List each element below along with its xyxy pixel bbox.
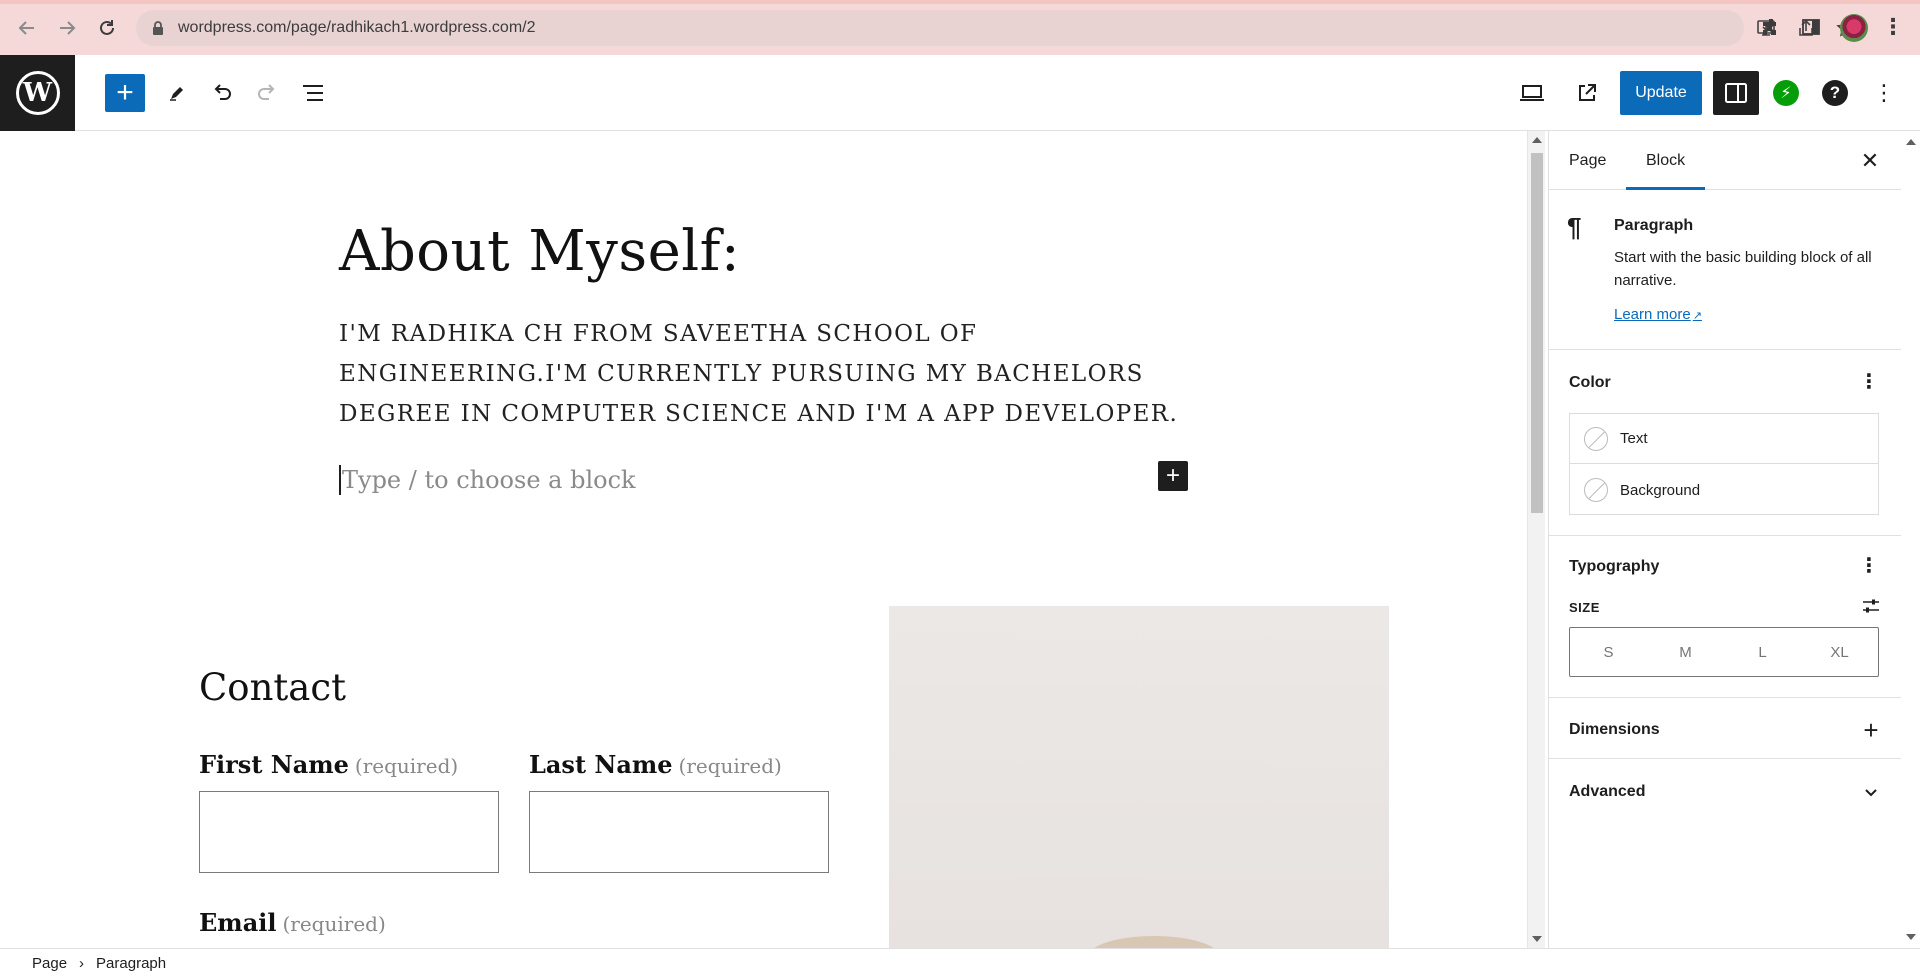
cup-image-detail	[1089, 936, 1219, 948]
font-size-picker: S M L XL	[1569, 627, 1879, 677]
document-overview-icon[interactable]	[295, 75, 331, 111]
preview-device-icon[interactable]	[1514, 75, 1550, 111]
block-inserter-button[interactable]: +	[105, 74, 145, 112]
last-name-field[interactable]	[529, 791, 829, 873]
sidebar-tabs: Page Block ✕	[1549, 131, 1901, 190]
first-name-field[interactable]	[199, 791, 499, 873]
edit-tools-icon[interactable]	[159, 75, 195, 111]
scrollbar-thumb[interactable]	[1531, 153, 1543, 513]
required-hint: (required)	[678, 754, 782, 778]
scroll-down-icon[interactable]	[1906, 934, 1916, 940]
text-color-label: Text	[1620, 430, 1648, 447]
scroll-down-icon[interactable]	[1532, 936, 1542, 942]
options-menu-icon[interactable]: ⋮	[1872, 80, 1896, 106]
tab-page[interactable]: Page	[1549, 131, 1626, 190]
add-dimension-icon[interactable]: +	[1861, 717, 1881, 743]
divider	[1549, 535, 1901, 536]
close-icon[interactable]: ✕	[1855, 146, 1885, 176]
sidebar-scrollbar[interactable]	[1901, 131, 1920, 948]
extensions-icon[interactable]	[1758, 14, 1784, 40]
typography-options-icon[interactable]: ⋮	[1859, 553, 1879, 578]
chevron-right-icon: ›	[79, 955, 85, 972]
back-icon[interactable]	[13, 14, 41, 42]
redo-icon[interactable]	[249, 75, 285, 111]
external-link-icon: ↗	[1692, 310, 1702, 322]
help-icon[interactable]: ?	[1822, 80, 1848, 106]
color-panel-title: Color	[1569, 374, 1611, 391]
url-text: wordpress.com/page/radhikach1.wordpress.…	[178, 19, 536, 36]
first-name-label-text: First Name	[199, 750, 349, 779]
paragraph-icon: ¶	[1567, 212, 1582, 242]
required-hint: (required)	[354, 754, 459, 778]
editor-canvas: About Myself: I'M RADHIKA CH FROM SAVEET…	[0, 131, 1527, 948]
forward-icon[interactable]	[53, 14, 81, 42]
wordpress-logo-icon[interactable]: W	[0, 55, 75, 131]
no-color-swatch-icon	[1584, 426, 1608, 451]
color-options-icon[interactable]: ⋮	[1859, 369, 1879, 394]
canvas-scrollbar[interactable]	[1527, 131, 1545, 948]
browser-menu-icon[interactable]: ⋮	[1880, 14, 1906, 40]
breadcrumb-page[interactable]: Page	[32, 955, 67, 972]
side-panel-icon[interactable]	[1798, 14, 1824, 40]
background-color-control[interactable]: Background	[1570, 465, 1878, 515]
color-settings: Text Background	[1569, 413, 1879, 515]
learn-more-text: Learn more	[1614, 306, 1691, 323]
no-color-swatch-icon	[1584, 478, 1608, 502]
empty-paragraph-block[interactable]: Type / to choose a block	[339, 465, 636, 495]
email-label-text: Email	[199, 908, 277, 937]
update-button[interactable]: Update	[1620, 71, 1702, 115]
chevron-down-icon[interactable]	[1861, 783, 1881, 803]
learn-more-link[interactable]: Learn more ↗	[1614, 306, 1702, 323]
scroll-up-icon[interactable]	[1532, 137, 1542, 143]
address-bar[interactable]: wordpress.com/page/radhikach1.wordpress.…	[136, 10, 1856, 46]
divider	[1549, 697, 1901, 698]
background-color-label: Background	[1620, 481, 1701, 499]
last-name-label-text: Last Name	[529, 750, 673, 779]
text-color-control[interactable]: Text	[1570, 414, 1878, 464]
browser-chrome: wordpress.com/page/radhikach1.wordpress.…	[0, 0, 1920, 55]
dimensions-panel-title[interactable]: Dimensions	[1569, 721, 1660, 739]
undo-icon[interactable]	[204, 75, 240, 111]
size-option-l[interactable]: L	[1724, 628, 1801, 676]
block-description: Start with the basic building block of a…	[1614, 249, 1872, 289]
last-name-label: Last Name (required)	[529, 750, 782, 779]
required-hint: (required)	[282, 912, 386, 936]
contact-image[interactable]	[889, 606, 1389, 948]
page-title[interactable]: About Myself:	[339, 219, 740, 284]
tab-strip	[0, 0, 1920, 4]
scroll-up-icon[interactable]	[1906, 139, 1916, 145]
block-name: Paragraph	[1614, 217, 1694, 234]
size-option-s[interactable]: S	[1570, 628, 1647, 676]
email-label: Email (required)	[199, 908, 386, 937]
settings-sidebar-toggle-icon[interactable]	[1713, 71, 1759, 115]
lock-icon	[150, 20, 166, 36]
profile-avatar[interactable]	[1840, 14, 1868, 42]
tab-block[interactable]: Block	[1626, 131, 1705, 190]
settings-sidebar: Page Block ✕ ¶ Paragraph Start with the …	[1548, 131, 1920, 948]
size-option-m[interactable]: M	[1647, 628, 1724, 676]
block-card: ¶ Paragraph Start with the basic buildin…	[1549, 190, 1901, 350]
contact-heading[interactable]: Contact	[199, 666, 346, 709]
size-option-xl[interactable]: XL	[1801, 628, 1878, 676]
paragraph-block[interactable]: I'M RADHIKA CH FROM SAVEETHA SCHOOL OF E…	[339, 314, 1199, 434]
jetpack-icon[interactable]: ⚡	[1773, 80, 1799, 106]
breadcrumb-paragraph[interactable]: Paragraph	[96, 955, 166, 972]
first-name-label: First Name (required)	[199, 750, 458, 779]
typography-panel-title: Typography	[1569, 558, 1660, 575]
view-page-external-icon[interactable]	[1569, 75, 1605, 111]
divider	[1549, 758, 1901, 759]
custom-size-toggle-icon[interactable]	[1861, 596, 1881, 616]
inline-inserter-button[interactable]: +	[1158, 461, 1188, 491]
block-breadcrumb: Page › Paragraph	[0, 948, 1920, 978]
advanced-panel-title[interactable]: Advanced	[1569, 783, 1645, 801]
size-label: SIZE	[1569, 600, 1600, 615]
reload-icon[interactable]	[93, 14, 121, 42]
editor-toolbar: W + Update ⚡ ? ⋮	[0, 55, 1920, 131]
